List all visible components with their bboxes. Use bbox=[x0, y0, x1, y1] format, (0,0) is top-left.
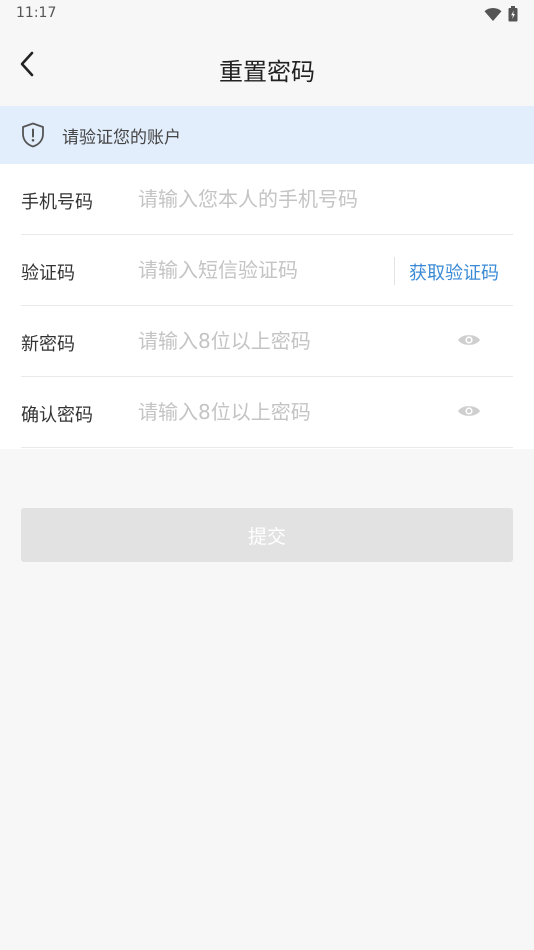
battery-icon bbox=[508, 6, 518, 26]
new-password-input[interactable] bbox=[138, 324, 378, 358]
reset-password-form: 手机号码 验证码 获取验证码 新密码 确认密码 bbox=[0, 164, 534, 449]
nav-bar: 重置密码 bbox=[0, 28, 534, 106]
status-icons bbox=[484, 6, 518, 26]
phone-input[interactable] bbox=[138, 182, 428, 216]
notice-bar: 请验证您的账户 bbox=[0, 106, 534, 164]
submit-button[interactable]: 提交 bbox=[21, 508, 513, 562]
page-title: 重置密码 bbox=[219, 58, 315, 86]
confirm-password-input[interactable] bbox=[138, 395, 378, 429]
shield-alert-icon bbox=[20, 122, 46, 148]
code-row: 验证码 获取验证码 bbox=[21, 235, 513, 306]
eye-icon bbox=[457, 332, 481, 351]
notice-text: 请验证您的账户 bbox=[62, 127, 181, 148]
phone-label: 手机号码 bbox=[21, 192, 93, 213]
status-bar: 11:17 bbox=[0, 0, 534, 28]
confirm-password-label: 确认密码 bbox=[21, 405, 93, 426]
code-input[interactable] bbox=[138, 253, 378, 287]
confirm-password-visibility-toggle[interactable] bbox=[457, 403, 481, 421]
wifi-icon bbox=[484, 7, 502, 26]
get-code-button[interactable]: 获取验证码 bbox=[409, 259, 499, 285]
new-password-visibility-toggle[interactable] bbox=[457, 332, 481, 350]
new-password-row: 新密码 bbox=[21, 306, 513, 377]
eye-icon bbox=[457, 403, 481, 422]
status-time: 11:17 bbox=[16, 5, 57, 21]
confirm-password-row: 确认密码 bbox=[21, 377, 513, 448]
code-divider bbox=[394, 257, 395, 285]
new-password-label: 新密码 bbox=[21, 334, 75, 355]
phone-row: 手机号码 bbox=[21, 164, 513, 235]
code-label: 验证码 bbox=[21, 263, 75, 284]
